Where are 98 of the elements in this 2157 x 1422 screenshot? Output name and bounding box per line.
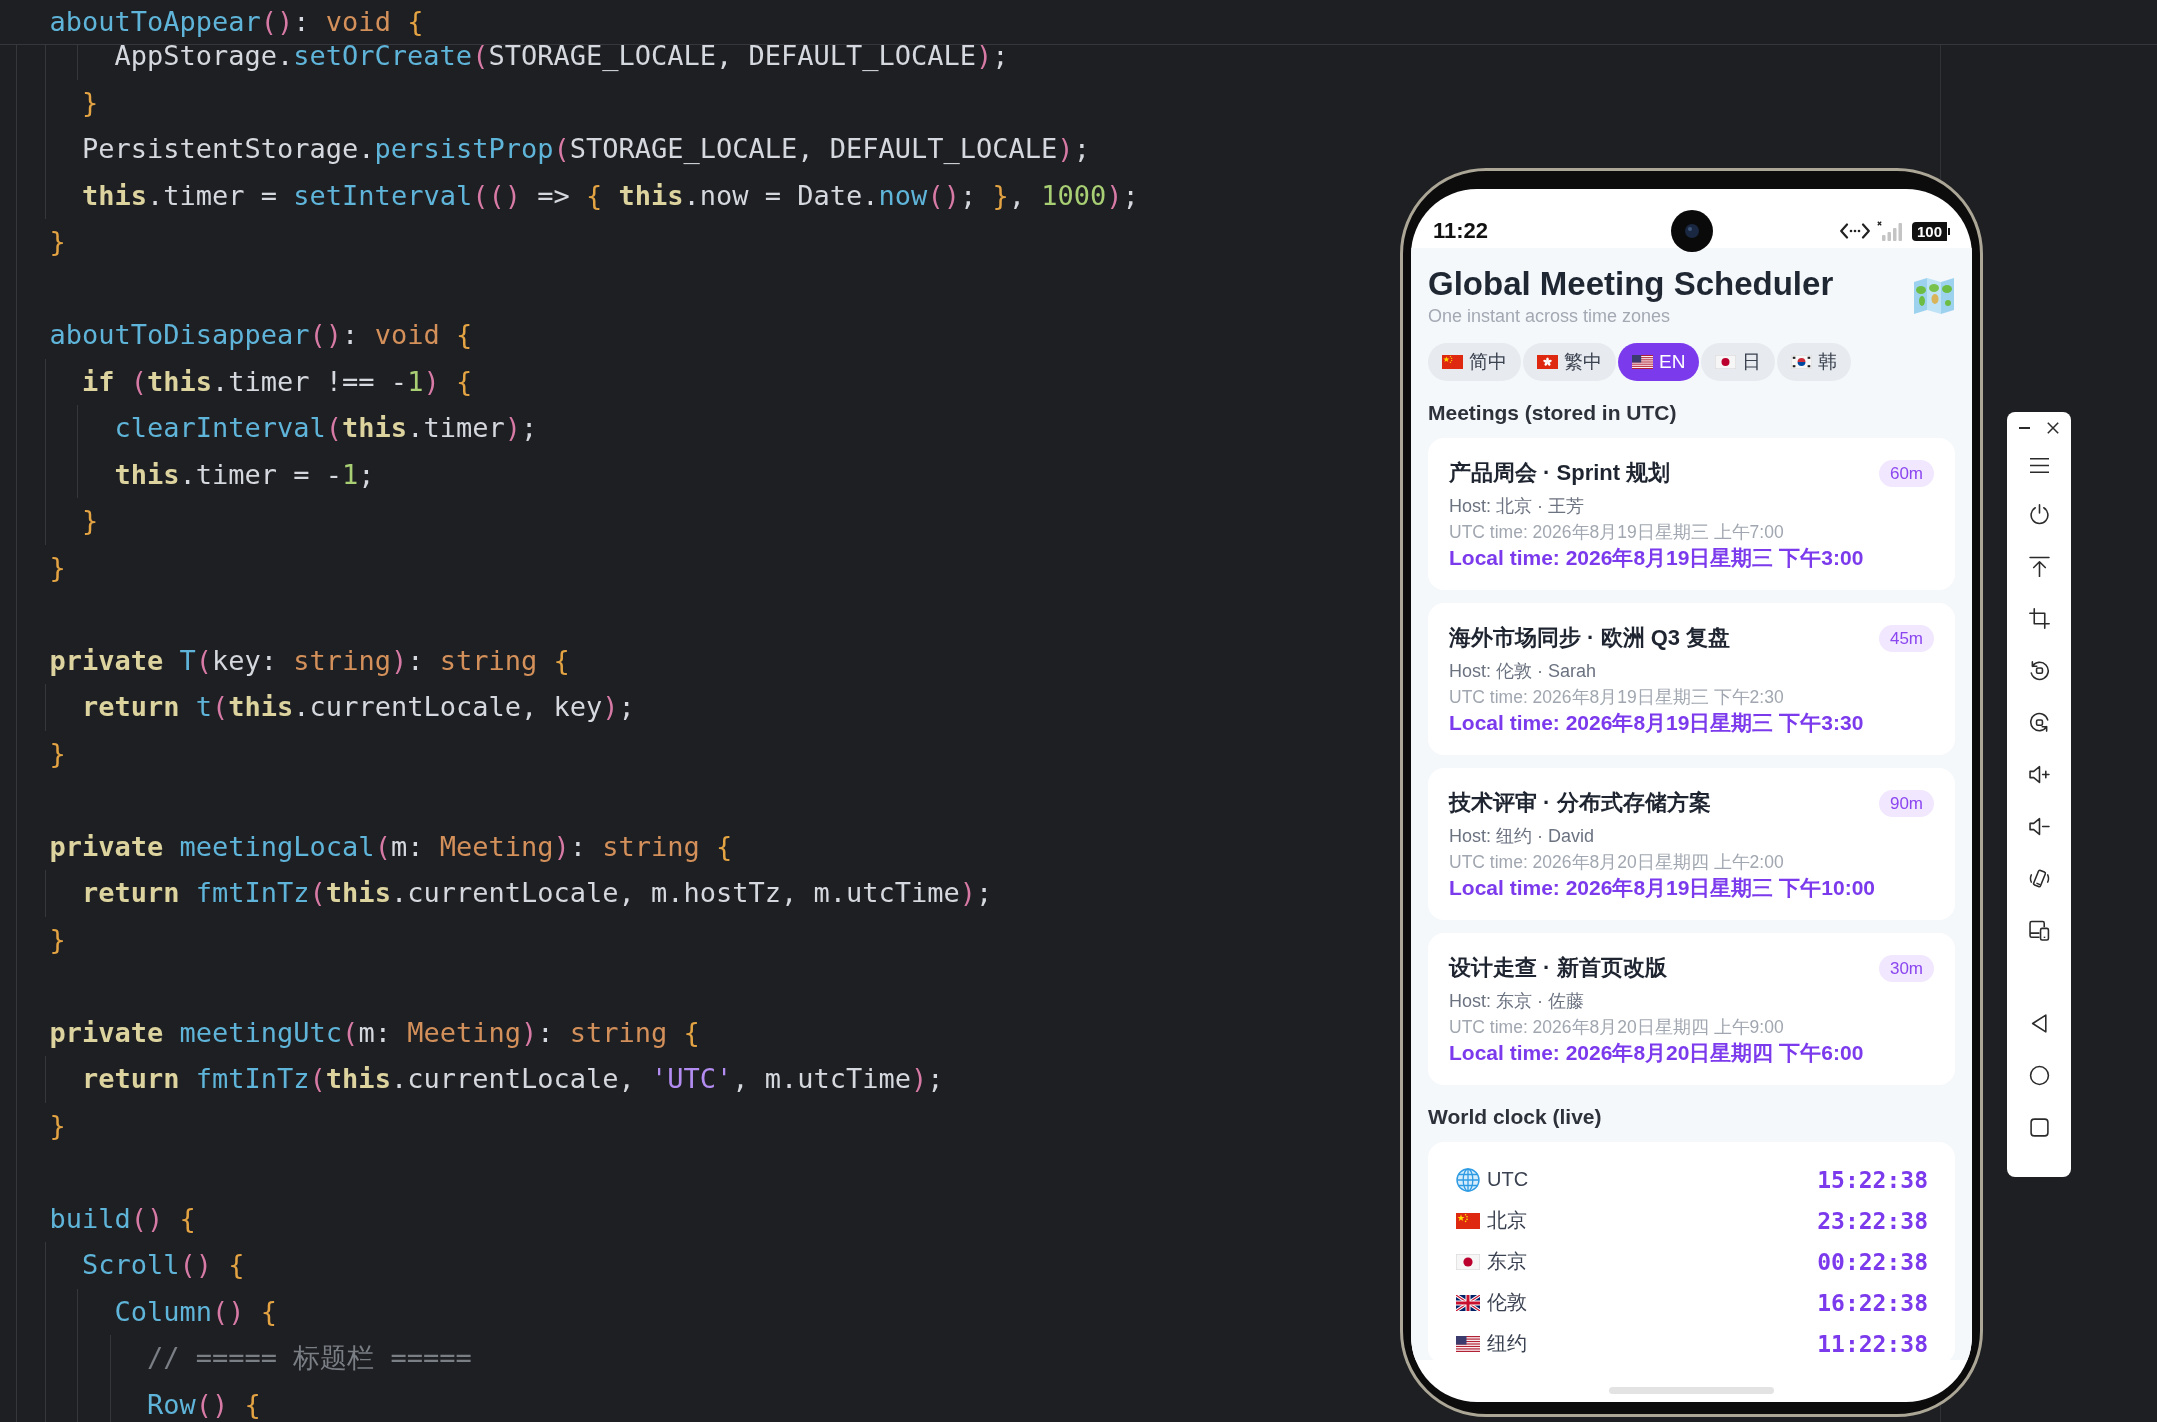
clock-time: 23:22:38 bbox=[1817, 1207, 1928, 1234]
meeting-card[interactable]: 产品周会 · Sprint 规划 60m Host: 北京 · 王芳 UTC time: 2026年8月19日星期三 上午7:00 Local time: 2026年8月19日星期三 下午3:00 bbox=[1428, 438, 1955, 590]
clock-city: 北京 bbox=[1487, 1208, 1527, 1233]
code-line: clearInterval(this.timer); bbox=[114, 412, 538, 445]
japanese-flag-icon bbox=[1715, 355, 1737, 369]
volume-down-icon[interactable] bbox=[2028, 815, 2050, 837]
globe-icon bbox=[1456, 1167, 1480, 1192]
code-line: Scroll() { bbox=[82, 1249, 245, 1282]
code-line: private meetingLocal(m: Meeting): string { bbox=[49, 830, 733, 863]
code-line: } bbox=[82, 86, 99, 119]
chinese-flag-icon bbox=[1442, 355, 1463, 369]
section-heading: Meetings (stored in UTC) bbox=[1428, 400, 1677, 426]
power-icon[interactable] bbox=[2028, 503, 2050, 525]
japanese-flag-icon bbox=[1456, 1253, 1480, 1270]
folded-map-icon bbox=[1913, 277, 1955, 315]
meeting-host: Host: 伦敦 · Sarah bbox=[1449, 660, 1597, 683]
code-line: } bbox=[49, 737, 66, 770]
duration-badge: 30m bbox=[1878, 954, 1934, 982]
camera-icon bbox=[1670, 210, 1713, 252]
angle-brackets-icon bbox=[1840, 223, 1870, 239]
korean-flag-icon bbox=[1791, 355, 1813, 369]
code-line: } bbox=[49, 226, 66, 259]
code-line: aboutToDisappear(): void { bbox=[49, 319, 473, 352]
clock-time: 15:22:38 bbox=[1817, 1166, 1928, 1193]
home-icon[interactable] bbox=[2028, 1064, 2050, 1086]
code-line: private meetingUtc(m: Meeting): string { bbox=[49, 1016, 700, 1049]
meeting-title: 设计走查 · 新首页改版 bbox=[1449, 954, 1667, 982]
meeting-local-time: Local time: 2026年8月19日星期三 下午10:00 bbox=[1449, 875, 1875, 901]
volume-up-icon[interactable] bbox=[2028, 763, 2050, 785]
battery-indicator: 100 bbox=[1912, 221, 1950, 241]
rotate-left-icon[interactable] bbox=[2028, 659, 2050, 681]
meeting-local-time: Local time: 2026年8月19日星期三 下午3:30 bbox=[1449, 710, 1864, 736]
status-time: 11:22 bbox=[1433, 218, 1489, 244]
duration-badge: 45m bbox=[1878, 624, 1934, 652]
language-chip[interactable]: 繁中 bbox=[1523, 343, 1616, 381]
code-line: Row() { bbox=[147, 1388, 261, 1421]
us-flag-icon bbox=[1456, 1335, 1480, 1352]
meeting-local-time: Local time: 2026年8月20日星期四 下午6:00 bbox=[1449, 1040, 1864, 1066]
close-icon[interactable] bbox=[2047, 422, 2059, 434]
code-line: AppStorage.setOrCreate(STORAGE_LOCALE, DEFAULT_LOCALE); bbox=[114, 40, 1009, 73]
menu-icon[interactable] bbox=[2029, 457, 2049, 473]
crop-icon[interactable] bbox=[2028, 607, 2050, 629]
language-chip[interactable]: 简中 bbox=[1428, 343, 1521, 381]
code-line: } bbox=[49, 551, 66, 584]
code-line: return fmtInTz(this.currentLocale, 'UTC', m.utcTime); bbox=[82, 1063, 944, 1096]
language-chip[interactable]: 韩 bbox=[1777, 343, 1852, 381]
us-flag-icon bbox=[1632, 355, 1653, 369]
meeting-local-time: Local time: 2026年8月19日星期三 下午3:00 bbox=[1449, 545, 1864, 571]
arrow-to-top-icon[interactable] bbox=[2028, 555, 2050, 577]
meeting-utc-time: UTC time: 2026年8月19日星期三 上午7:00 bbox=[1449, 521, 1784, 544]
code-line: aboutToAppear(): void { bbox=[49, 6, 424, 38]
code-line: // ===== 标题栏 ===== bbox=[147, 1342, 472, 1375]
shaking-phone-icon[interactable] bbox=[2028, 867, 2050, 889]
meeting-card[interactable]: 海外市场同步 · 欧洲 Q3 复盘 45m Host: 伦敦 · Sarah UTC time: 2026年8月19日星期三 下午2:30 Local time: 2026年8月19日星期三 下午3:30 bbox=[1428, 603, 1955, 755]
app-title: Global Meeting Scheduler bbox=[1428, 265, 1834, 303]
code-line: this.timer = -1; bbox=[114, 458, 375, 491]
signal-bars-icon bbox=[1877, 221, 1905, 241]
meeting-card[interactable]: 设计走查 · 新首页改版 30m Host: 东京 · 佐藤 UTC time: 2026年8月20日星期四 上午9:00 Local time: 2026年8月20日星期四 下午6:00 bbox=[1428, 933, 1955, 1085]
meeting-host: Host: 北京 · 王芳 bbox=[1449, 495, 1584, 518]
meeting-card[interactable]: 技术评审 · 分布式存储方案 90m Host: 纽约 · David UTC time: 2026年8月20日星期四 上午2:00 Local time: 2026年8月19日星期三 下午10:00 bbox=[1428, 768, 1955, 920]
language-chip[interactable]: EN bbox=[1618, 343, 1700, 381]
app-subtitle: One instant across time zones bbox=[1428, 306, 1671, 326]
code-line: build() { bbox=[49, 1202, 196, 1235]
meeting-utc-time: UTC time: 2026年8月20日星期四 上午9:00 bbox=[1449, 1016, 1784, 1039]
meeting-title: 海外市场同步 · 欧洲 Q3 复盘 bbox=[1449, 624, 1731, 652]
chinese-flag-icon bbox=[1456, 1212, 1480, 1229]
meeting-title: 产品周会 · Sprint 规划 bbox=[1449, 459, 1671, 487]
hong-kong-flag-icon bbox=[1537, 355, 1558, 369]
code-line: return t(this.currentLocale, key); bbox=[82, 691, 635, 724]
clock-city: 东京 bbox=[1487, 1249, 1527, 1274]
recent-apps-icon[interactable] bbox=[2028, 1116, 2050, 1138]
rotate-right-icon[interactable] bbox=[2028, 711, 2050, 733]
code-line: } bbox=[82, 505, 99, 538]
code-line: Column() { bbox=[114, 1295, 278, 1328]
clock-city: 纽约 bbox=[1487, 1331, 1527, 1356]
code-line: private T(key: string): string { bbox=[49, 644, 570, 677]
code-line: } bbox=[49, 923, 66, 956]
meeting-utc-time: UTC time: 2026年8月19日星期三 下午2:30 bbox=[1449, 686, 1784, 709]
meeting-host: Host: 东京 · 佐藤 bbox=[1449, 990, 1584, 1013]
meeting-utc-time: UTC time: 2026年8月20日星期四 上午2:00 bbox=[1449, 851, 1784, 874]
code-line: return fmtInTz(this.currentLocale, m.hostTz, m.utcTime); bbox=[82, 877, 993, 910]
clock-city: UTC bbox=[1487, 1168, 1529, 1191]
clock-time: 00:22:38 bbox=[1817, 1248, 1928, 1275]
section-heading: World clock (live) bbox=[1428, 1104, 1602, 1130]
devices-icon[interactable] bbox=[2028, 919, 2050, 941]
duration-badge: 90m bbox=[1878, 789, 1934, 817]
uk-flag-icon bbox=[1456, 1294, 1480, 1311]
code-line: } bbox=[49, 1109, 66, 1142]
clock-time: 11:22:38 bbox=[1817, 1330, 1928, 1357]
language-chip[interactable]: 日 bbox=[1701, 343, 1776, 381]
code-line: this.timer = setInterval(() => { this.now = Date.now(); }, 1000); bbox=[82, 179, 1139, 212]
code-line: if (this.timer !== -1) { bbox=[82, 365, 473, 398]
duration-badge: 60m bbox=[1878, 459, 1934, 487]
meeting-host: Host: 纽约 · David bbox=[1449, 825, 1595, 848]
code-line: PersistentStorage.persistProp(STORAGE_LOCALE, DEFAULT_LOCALE); bbox=[82, 133, 1090, 166]
meeting-title: 技术评审 · 分布式存储方案 bbox=[1449, 789, 1711, 817]
clock-time: 16:22:38 bbox=[1817, 1289, 1928, 1316]
clock-city: 伦敦 bbox=[1487, 1290, 1527, 1315]
